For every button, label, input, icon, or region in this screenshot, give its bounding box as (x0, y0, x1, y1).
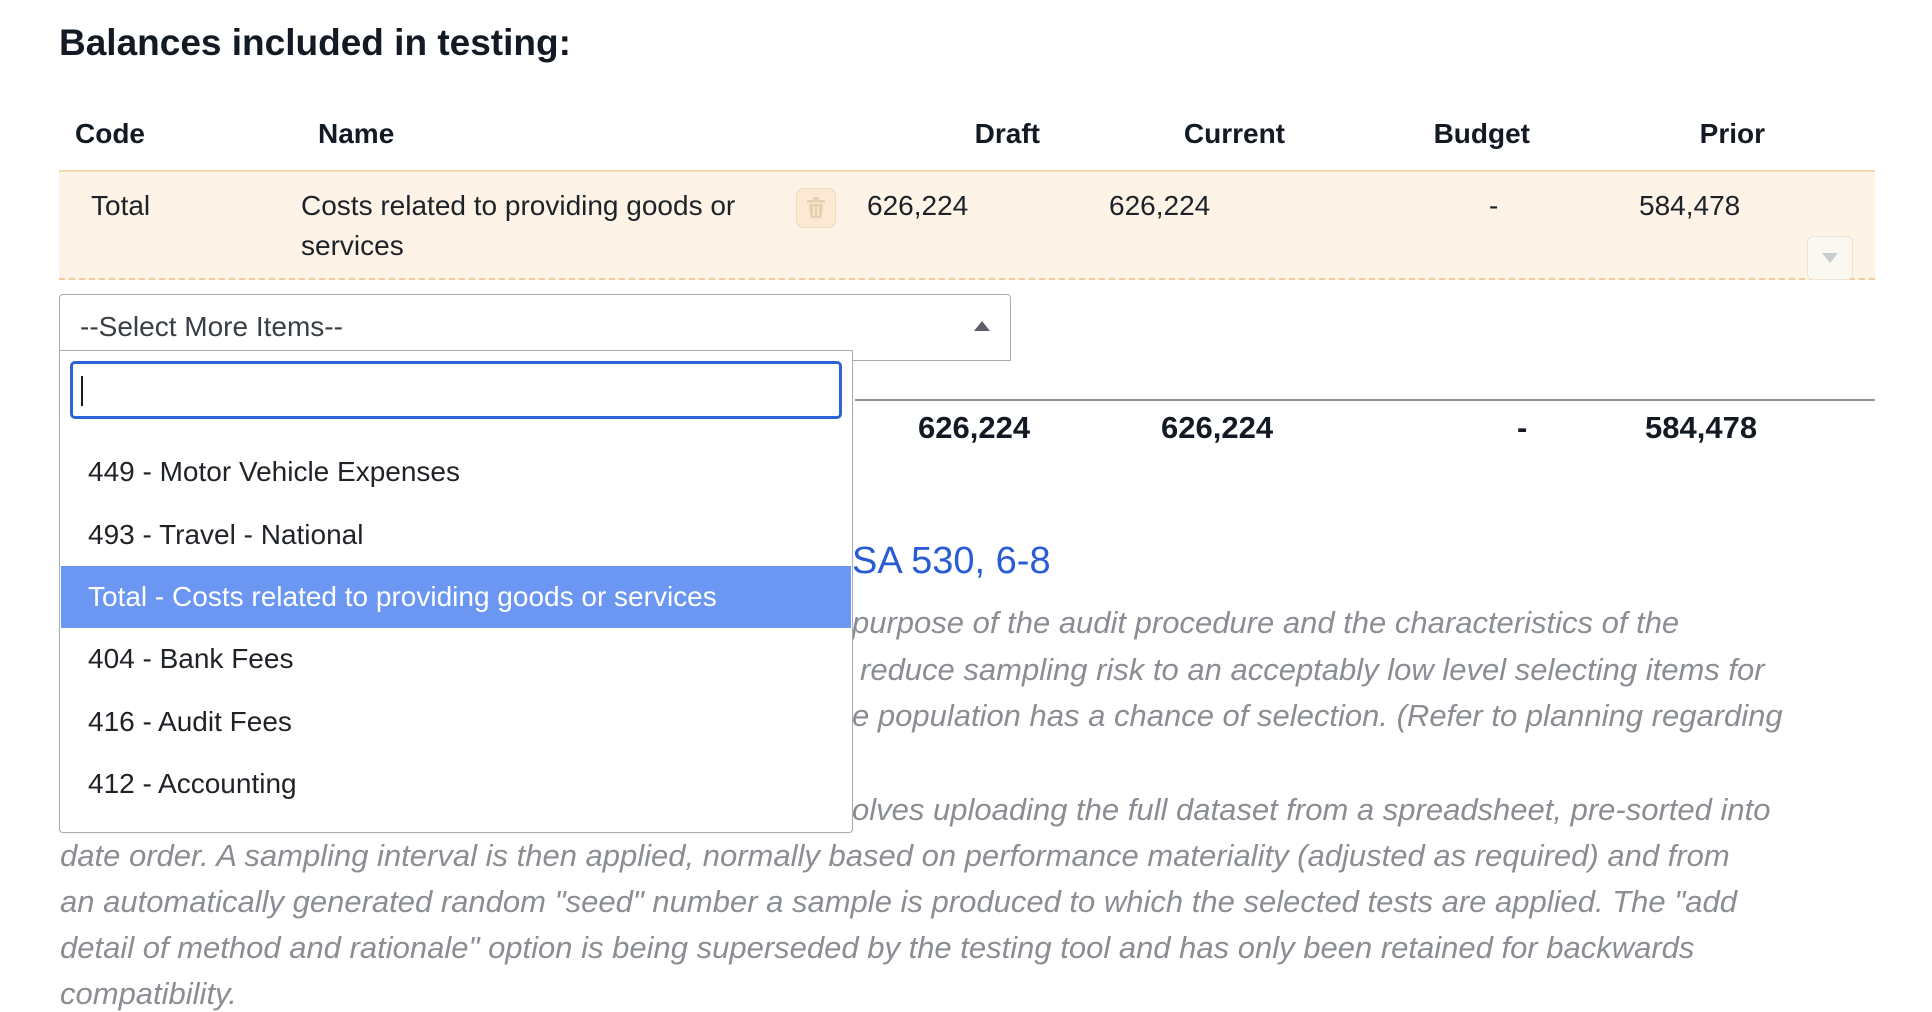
column-header-draft: Draft (974, 118, 1040, 149)
dropdown-option[interactable]: 412 - Accounting (61, 753, 851, 815)
paragraph-line: detail of method and rationale" option i… (60, 930, 1695, 965)
total-current: 626,224 (1161, 410, 1274, 445)
text-caret (81, 376, 83, 406)
column-header-prior: Prior (1699, 118, 1765, 149)
dropdown-search-input[interactable] (70, 361, 842, 419)
dropdown-option-selected[interactable]: Total - Costs related to providing goods… (61, 566, 851, 628)
column-header-code: Code (75, 118, 145, 149)
trash-icon (807, 197, 825, 218)
row-budget: - (1489, 190, 1499, 221)
totals-divider (855, 399, 1875, 401)
row-prior: 584,478 (1639, 190, 1741, 221)
caret-up-icon (974, 321, 990, 331)
paragraph-line: an automatically generated random "seed"… (60, 884, 1737, 919)
dropdown-option[interactable]: 449 - Motor Vehicle Expenses (61, 441, 851, 503)
column-header-budget: Budget (1433, 118, 1530, 149)
dropdown-option[interactable]: 404 - Bank Fees (61, 628, 851, 690)
paragraph-line: purpose of the audit procedure and the c… (852, 605, 1680, 640)
paragraph-line: date order. A sampling interval is then … (60, 838, 1730, 873)
dropdown-option[interactable]: 416 - Audit Fees (61, 691, 851, 753)
page: Balances included in testing: Code Name … (0, 0, 1932, 1012)
paragraph-line: compatibility. (60, 976, 237, 1011)
expand-row-button[interactable] (1807, 236, 1853, 280)
total-prior: 584,478 (1645, 410, 1758, 445)
reference-link[interactable]: SA 530, 6-8 (852, 540, 1051, 583)
total-budget: - (1517, 410, 1528, 445)
total-draft: 626,224 (918, 410, 1031, 445)
column-header-name: Name (318, 118, 395, 149)
row-name: Costs related to providing goods or serv… (301, 190, 736, 261)
column-header-current: Current (1183, 118, 1285, 149)
row-draft: 626,224 (867, 190, 969, 221)
dropdown-option[interactable]: 493 - Travel - National (61, 504, 851, 566)
row-current: 626,224 (1109, 190, 1211, 221)
delete-row-button[interactable] (796, 188, 836, 228)
paragraph-line: olves uploading the full dataset from a … (852, 792, 1771, 827)
paragraph-line: reduce sampling risk to an acceptably lo… (860, 652, 1765, 687)
row-code: Total (91, 190, 151, 221)
select-dropdown: 449 - Motor Vehicle Expenses 493 - Trave… (59, 350, 853, 833)
paragraph-line: e population has a chance of selection. … (852, 698, 1783, 733)
chevron-down-icon (1822, 253, 1838, 263)
table-row: Total Costs related to providing goods o… (59, 170, 1875, 280)
select-placeholder: --Select More Items-- (80, 311, 343, 342)
section-title: Balances included in testing: (59, 22, 571, 63)
